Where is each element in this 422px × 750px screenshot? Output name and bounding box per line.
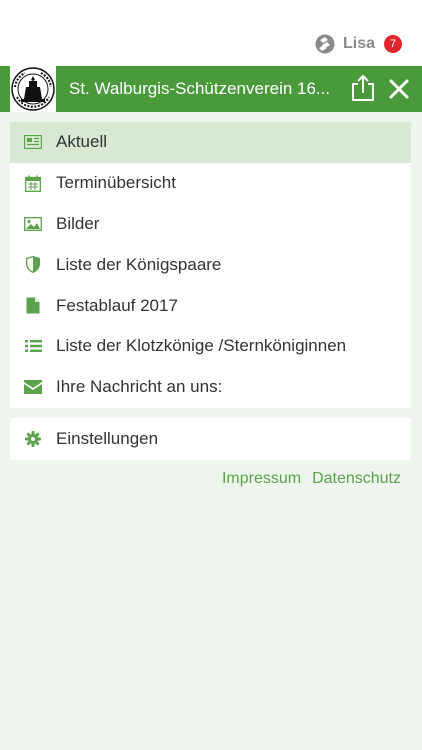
top-bar: Lisa 7 [0,0,422,66]
menu-item-terminuebersicht[interactable]: Terminübersicht [10,163,411,204]
app-logo-icon [315,34,335,54]
menu-item-nachricht[interactable]: Ihre Nachricht an uns: [10,367,411,408]
footer-links: Impressum Datenschutz [222,470,401,488]
menu-item-label: Aktuell [56,132,108,152]
menu-item-aktuell[interactable]: Aktuell [10,122,411,163]
user-menu[interactable]: Lisa 7 [315,31,402,57]
list-icon [24,337,42,355]
main-menu: Aktuell Terminübersicht Bilder Liste der… [10,122,411,408]
calendar-icon [24,174,42,192]
user-name[interactable]: Lisa [343,35,375,53]
image-icon [24,215,42,233]
app-header: St. Walburgis-Schützenverein 16... [0,66,422,112]
menu-item-koenigspaare[interactable]: Liste der Königspaare [10,244,411,285]
menu-item-label: Ihre Nachricht an uns: [56,377,223,397]
menu-item-bilder[interactable]: Bilder [10,204,411,245]
file-icon [24,297,42,315]
menu-item-label: Einstellungen [56,429,159,448]
notification-badge[interactable]: 7 [384,35,402,53]
close-button[interactable] [387,77,411,101]
newspaper-icon [24,133,42,151]
shield-icon [24,256,42,274]
menu-item-label: Bilder [56,213,100,233]
menu-item-label: Festablauf 2017 [56,295,178,315]
app-title: St. Walburgis-Schützenverein 16... [69,79,331,98]
envelope-icon [24,378,42,396]
settings-card: Einstellungen [10,418,411,460]
menu-item-einstellungen[interactable]: Einstellungen [10,418,411,460]
menu-item-label: Liste der Klotzkönige /Sternköniginnen [56,336,347,356]
impressum-link[interactable]: Impressum [222,470,301,488]
menu-item-label: Liste der Königspaare [56,254,222,274]
datenschutz-link[interactable]: Datenschutz [312,470,401,488]
share-icon [352,74,374,101]
close-icon [389,79,409,99]
menu-item-klotzkoenige[interactable]: Liste der Klotzkönige /Sternköniginnen [10,326,411,367]
gear-icon [24,430,42,448]
share-button[interactable] [350,74,376,102]
menu-item-festablauf[interactable]: Festablauf 2017 [10,285,411,326]
club-logo [10,66,56,112]
club-seal-icon [11,67,55,111]
menu-item-label: Terminübersicht [56,173,176,193]
